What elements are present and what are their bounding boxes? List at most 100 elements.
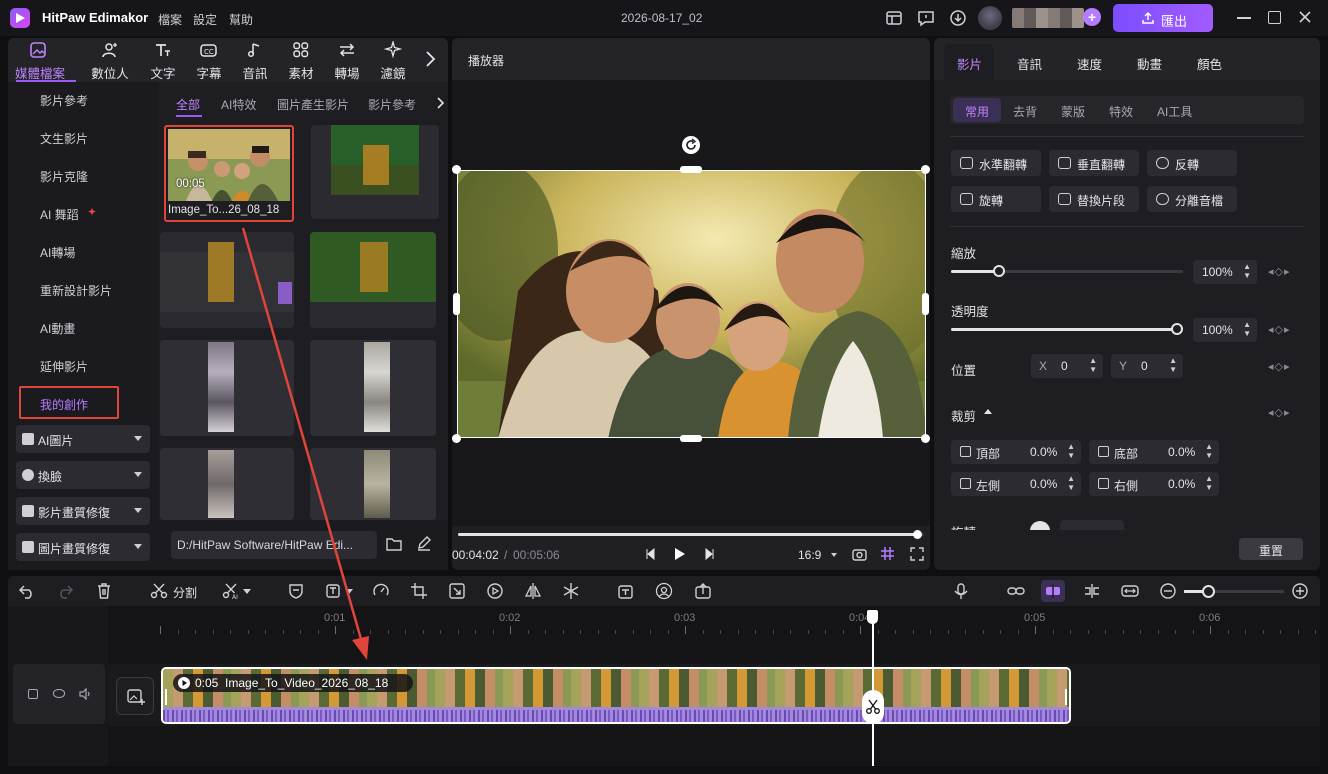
opacity-input[interactable]: 100% ▲ ▼ xyxy=(1193,318,1257,342)
reset-button[interactable]: 重置 xyxy=(1239,538,1303,560)
delete-trash-icon[interactable] xyxy=(95,582,113,600)
resize-handle[interactable] xyxy=(452,165,461,174)
resize-handle[interactable] xyxy=(680,166,702,173)
split-track-icon[interactable] xyxy=(1083,582,1101,600)
tab-color[interactable]: 顏色 xyxy=(1197,54,1222,73)
resize-handle[interactable] xyxy=(922,293,929,315)
replace-clip-button[interactable]: 替換片段 xyxy=(1049,186,1139,212)
aspect-chevron-down-icon[interactable] xyxy=(831,553,837,557)
play-icon[interactable] xyxy=(674,547,686,561)
menu-help[interactable]: 幫助 xyxy=(229,11,253,28)
playhead-split-button[interactable] xyxy=(862,690,884,724)
tab-text[interactable]: 文字 xyxy=(141,40,185,81)
stepper-icon[interactable]: ▲ ▼ xyxy=(1205,442,1213,460)
sidebar-item-ai-animation[interactable]: AI動畫 xyxy=(40,320,75,337)
player-progress-knob[interactable] xyxy=(912,530,922,539)
dropdown-video-enhance[interactable]: 影片畫質修復 xyxy=(16,497,150,525)
media-thumbnail-blurred[interactable] xyxy=(311,125,439,219)
close-icon[interactable] xyxy=(1297,9,1313,25)
detach-audio-button[interactable]: 分離音檔 xyxy=(1147,186,1237,212)
tab-video[interactable]: 影片 xyxy=(944,44,994,80)
dropdown-face-swap[interactable]: 換臉 xyxy=(16,461,150,489)
resize-handle[interactable] xyxy=(921,434,930,443)
undo-icon[interactable] xyxy=(18,582,36,600)
fullscreen-icon[interactable] xyxy=(910,547,924,561)
subtab-remove-bg[interactable]: 去背 xyxy=(1013,103,1037,120)
media-thumbnail-blurred[interactable] xyxy=(160,232,294,328)
menu-settings[interactable]: 設定 xyxy=(193,11,217,28)
track-visibility-eye-icon[interactable] xyxy=(53,689,65,698)
export-button[interactable]: 匯出 xyxy=(1113,4,1213,32)
track-film-icon[interactable] xyxy=(28,689,38,699)
link-icon[interactable] xyxy=(1007,582,1025,600)
zoom-slider[interactable] xyxy=(1184,585,1284,598)
sidebar-item-my-creations[interactable]: 我的創作 xyxy=(19,386,119,419)
face-track-icon[interactable] xyxy=(655,582,673,600)
dropdown-ai-image[interactable]: AI圖片 xyxy=(16,425,150,453)
crop-icon[interactable] xyxy=(410,582,428,600)
sidebar-item-extend-video[interactable]: 延伸影片 xyxy=(40,358,88,375)
maximize-icon[interactable] xyxy=(1268,11,1281,24)
resize-handle[interactable] xyxy=(453,293,460,315)
stepper-icon[interactable]: ▲ ▼ xyxy=(1067,442,1075,460)
clip-trim-handle-right[interactable] xyxy=(1065,689,1067,705)
subtab-video-reference[interactable]: 影片參考 xyxy=(368,96,416,113)
subtab-image-to-video[interactable]: 圖片產生影片 xyxy=(277,96,349,113)
tab-filter[interactable]: 濾鏡 xyxy=(371,40,415,81)
keyframe-nav-icon[interactable]: ◂◇▸ xyxy=(1268,360,1291,373)
dropdown-image-enhance[interactable]: 圖片畫質修復 xyxy=(16,533,150,561)
split-scissors-icon[interactable] xyxy=(150,582,168,600)
zoom-out-icon[interactable] xyxy=(1159,582,1177,600)
rotate-button[interactable]: 旋轉 xyxy=(951,186,1041,212)
playhead-handle[interactable] xyxy=(867,610,878,624)
crop-bottom-input[interactable]: 底部 0.0% ▲ ▼ xyxy=(1089,440,1219,464)
subtab-mask[interactable]: 蒙版 xyxy=(1061,103,1085,120)
keyframe-nav-icon[interactable]: ◂◇▸ xyxy=(1268,406,1291,419)
subtab-all[interactable]: 全部 xyxy=(176,96,200,113)
flip-vertical-button[interactable]: 垂直翻轉 xyxy=(1049,150,1139,176)
next-frame-icon[interactable] xyxy=(703,548,715,560)
ai-cut-icon[interactable]: AI xyxy=(222,582,240,600)
reverse-button[interactable]: 反轉 xyxy=(1147,150,1237,176)
microphone-icon[interactable] xyxy=(952,582,970,600)
zoom-in-icon[interactable] xyxy=(1291,582,1309,600)
export-clip-icon[interactable] xyxy=(694,582,712,600)
tab-avatar[interactable]: 數位人 xyxy=(88,40,132,81)
player-progress-track[interactable] xyxy=(458,533,924,536)
mirror-icon[interactable] xyxy=(524,582,542,600)
rotate-dial[interactable] xyxy=(1030,521,1050,530)
snapshot-camera-icon[interactable] xyxy=(852,547,867,561)
tab-animation[interactable]: 動畫 xyxy=(1137,54,1162,73)
plus-icon[interactable]: + xyxy=(1083,8,1101,26)
video-clip[interactable]: 0:05 Image_To_Video_2026_08_18 xyxy=(161,667,1071,724)
tab-transition[interactable]: 轉場 xyxy=(325,40,369,81)
scale-slider[interactable] xyxy=(951,265,1183,277)
user-avatar[interactable] xyxy=(978,6,1002,30)
mark-shield-icon[interactable] xyxy=(287,582,305,600)
stepper-icon[interactable]: ▲ ▼ xyxy=(1089,356,1097,374)
tab-audio[interactable]: 音訊 xyxy=(233,40,277,81)
subtab-ai-tools[interactable]: AI工具 xyxy=(1157,103,1192,120)
timeline-ruler[interactable] xyxy=(160,626,1320,634)
subtabs-scroll-right-icon[interactable] xyxy=(436,97,444,109)
edit-pen-icon[interactable] xyxy=(416,535,432,551)
layout-icon[interactable] xyxy=(885,9,903,27)
opacity-slider[interactable] xyxy=(951,323,1183,335)
magnet-snap-button[interactable] xyxy=(1041,580,1065,602)
feedback-icon[interactable] xyxy=(917,9,935,27)
split-label[interactable]: 分割 xyxy=(173,584,197,601)
rotate-input[interactable] xyxy=(1060,520,1124,530)
subtab-effects[interactable]: 特效 xyxy=(1109,103,1133,120)
aspect-ratio-select[interactable]: 16:9 xyxy=(798,548,821,562)
folder-icon[interactable] xyxy=(386,537,402,551)
media-thumbnail-blurred[interactable] xyxy=(310,448,436,520)
sidebar-item-ai-dance[interactable]: AI 舞蹈 xyxy=(40,206,79,223)
tab-subtitle[interactable]: CC 字幕 xyxy=(187,40,231,81)
add-cover-button[interactable] xyxy=(116,677,154,715)
resize-handle[interactable] xyxy=(921,165,930,174)
flip-horizontal-button[interactable]: 水準翻轉 xyxy=(951,150,1041,176)
opacity-slider-knob[interactable] xyxy=(1171,323,1183,335)
resize-handle[interactable] xyxy=(680,435,702,442)
scale-input[interactable]: 100% ▲ ▼ xyxy=(1193,260,1257,284)
ai-cut-chevron-down-icon[interactable] xyxy=(243,589,251,594)
